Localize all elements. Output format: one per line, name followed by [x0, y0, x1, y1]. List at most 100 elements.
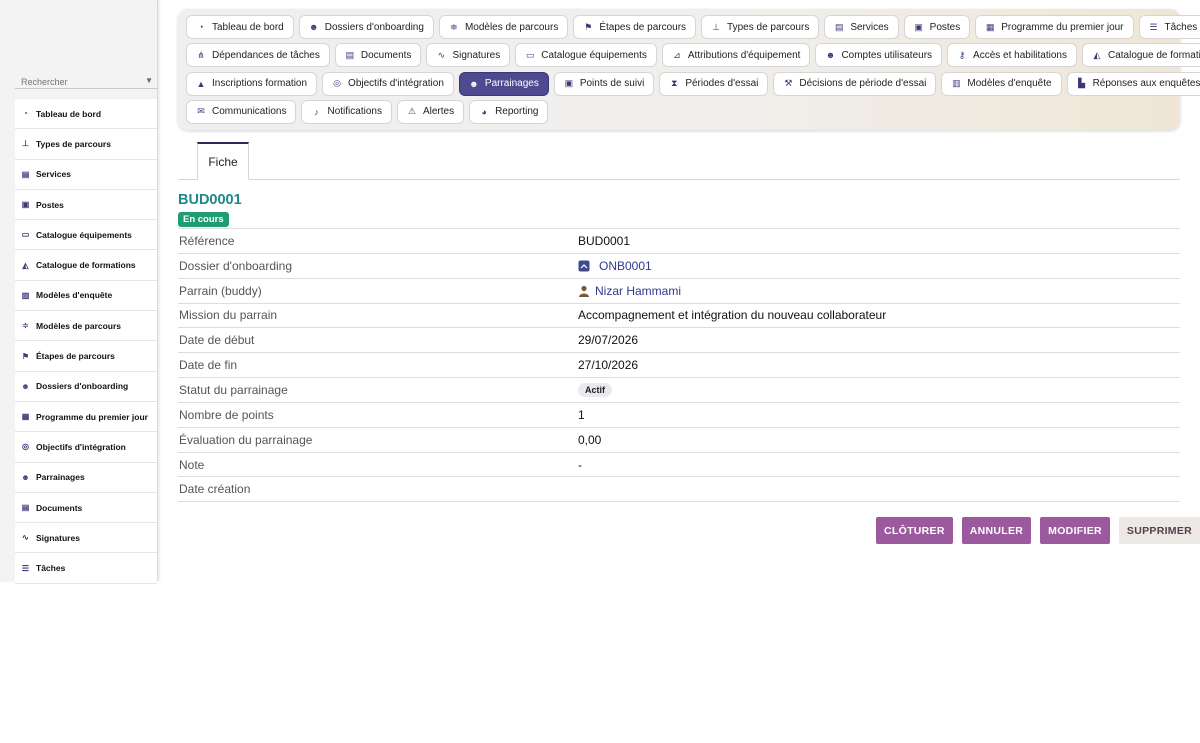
tab-reporting[interactable]: ◕ Reporting [469, 99, 549, 124]
tab-periodes-d-essai[interactable]: ⧗ Périodes d'essai [659, 71, 769, 96]
tab-taches[interactable]: ☰ Tâches [1138, 15, 1200, 39]
tab-dossiers-d-onboarding[interactable]: ☻ Dossiers d'onboarding [298, 15, 434, 39]
tab-label: Programme du premier jour [1001, 21, 1124, 33]
tab-documents[interactable]: ▤ Documents [334, 43, 422, 68]
sidebar-item-programme-du-premier-jour[interactable]: ▦ Programme du premier jour [15, 402, 157, 433]
field-row-statut: Statut du parrainage Actif [178, 378, 1180, 403]
tab-alertes[interactable]: ⚠ Alertes [396, 99, 465, 124]
clipboard-check-icon: ▣ [564, 78, 574, 89]
user-plus-icon: ☻ [21, 381, 30, 391]
tab-catalogue-de-formations[interactable]: ◭ Catalogue de formations [1081, 43, 1200, 68]
field-value: Accompagnement et intégration du nouveau… [578, 308, 887, 323]
tab-label: Documents [360, 49, 412, 61]
record-actions: CLÔTURER ANNULER MODIFIER SUPPRIMER [876, 517, 1200, 544]
field-label: Date création [179, 482, 251, 497]
tab-label: Comptes utilisateurs [841, 49, 933, 61]
laptop-icon: ▭ [525, 49, 535, 60]
sidebar-item-etapes-de-parcours[interactable]: ⚑ Étapes de parcours [15, 341, 157, 372]
dossier-link[interactable]: ONB0001 [599, 259, 652, 273]
sidebar-item-postes[interactable]: ▣ Postes [15, 190, 157, 221]
graduation-cap-icon: ◭ [1093, 49, 1101, 60]
field-label: Note [179, 457, 205, 472]
sidebar-item-modeles-de-parcours[interactable]: ≑ Modèles de parcours [15, 311, 157, 342]
tab-services[interactable]: ▤ Services [824, 15, 899, 39]
caret-down-icon[interactable]: ▼ [145, 76, 153, 85]
tab-fiche[interactable]: Fiche [197, 142, 249, 180]
tab-modeles-d-enquete[interactable]: ▥ Modèles d'enquête [941, 71, 1062, 96]
tab-label: Parrainages [484, 78, 539, 90]
tab-types-de-parcours[interactable]: ⊥ Types de parcours [701, 15, 820, 39]
sidebar-item-parrainages[interactable]: ☻ Parrainages [15, 463, 157, 493]
sidebar-item-tableau-de-bord[interactable]: ◔ Tableau de bord [15, 99, 157, 130]
tab-communications[interactable]: ✉ Communications [186, 99, 297, 124]
tab-row: ▲ Inscriptions formation ◎ Objectifs d'inté… [186, 71, 1200, 96]
tab-etapes-de-parcours[interactable]: ⚑ Étapes de parcours [573, 15, 697, 39]
statut-pill: Actif [578, 382, 612, 397]
envelope-icon: ✉ [197, 106, 205, 117]
parrain-link[interactable]: Nizar Hammami [595, 284, 681, 298]
list-icon: ☰ [1149, 21, 1158, 32]
sidebar-item-services[interactable]: ▤ Services [15, 160, 157, 190]
tab-points-de-suivi[interactable]: ▣ Points de suivi [553, 71, 655, 96]
laptop-icon: ▭ [21, 230, 30, 240]
tab-postes[interactable]: ▣ Postes [903, 15, 971, 39]
cloturer-button[interactable]: CLÔTURER [876, 517, 953, 544]
sidebar-search[interactable]: ▼ [15, 72, 157, 90]
sidebar-item-catalogue-de-formations[interactable]: ◭ Catalogue de formations [15, 250, 157, 281]
search-input[interactable] [15, 74, 135, 90]
project-diagram-icon: ⋔ [197, 49, 205, 60]
annuler-button[interactable]: ANNULER [961, 517, 1032, 544]
tab-label: Postes [929, 21, 961, 33]
tab-catalogue-equipements[interactable]: ▭ Catalogue équipements [515, 43, 657, 68]
tab-objectifs-d-integration[interactable]: ◎ Objectifs d'intégration [322, 71, 454, 96]
field-label: Parrain (buddy) [179, 283, 262, 298]
sidebar-item-documents[interactable]: ▤ Documents [15, 493, 157, 524]
tab-reponses-aux-enquetes[interactable]: ▙ Réponses aux enquêtes [1066, 71, 1200, 96]
sidebar-item-label: Types de parcours [36, 138, 111, 149]
field-label: Date de début [179, 333, 255, 348]
clipboard-icon: ▥ [952, 78, 961, 89]
sidebar-item-signatures[interactable]: ∿ Signatures [15, 523, 157, 554]
sidebar-item-objectifs-d-integration[interactable]: ◎ Objectifs d'intégration [15, 432, 157, 463]
target-icon: ◎ [333, 78, 341, 89]
tab-programme-du-premier-jour[interactable]: ▦ Programme du premier jour [975, 15, 1134, 39]
sitemap-icon: ⊥ [22, 139, 29, 149]
sidebar-item-label: Modèles d'enquête [36, 290, 113, 301]
dolly-icon: ⊿ [673, 49, 681, 60]
tab-modeles-de-parcours[interactable]: ≑ Modèles de parcours [438, 15, 569, 39]
tab-comptes-utilisateurs[interactable]: ☻ Comptes utilisateurs [815, 43, 943, 68]
tab-label: Accès et habilitations [973, 49, 1067, 61]
graduation-cap-icon: ◭ [22, 260, 29, 270]
gavel-icon: ⚒ [784, 78, 793, 89]
field-value: 0,00 [578, 432, 602, 447]
sitemap-icon: ⊥ [712, 21, 720, 32]
sidebar-item-catalogue-equipements[interactable]: ▭ Catalogue équipements [15, 220, 157, 251]
supprimer-button[interactable]: SUPPRIMER [1118, 517, 1200, 544]
tab-parrainages[interactable]: ☻ Parrainages [458, 71, 549, 96]
field-value: ONB0001 [578, 259, 652, 273]
sidebar-item-taches[interactable]: ☰ Tâches [15, 553, 157, 584]
field-row-mission: Mission du parrain Accompagnement et int… [178, 304, 1180, 329]
id-badge-icon: ▣ [21, 200, 30, 210]
dashboard-icon: ◔ [198, 22, 204, 32]
field-label: Dossier d'onboarding [179, 258, 293, 273]
tab-decisions-de-periode-d-essai[interactable]: ⚒ Décisions de période d'essai [773, 71, 937, 96]
chart-bar-icon: ▙ [1078, 78, 1086, 89]
tab-notifications[interactable]: ♪ Notifications [301, 99, 392, 124]
tab-inscriptions-formation[interactable]: ▲ Inscriptions formation [186, 71, 318, 96]
tab-tableau-de-bord[interactable]: ◔ Tableau de bord [186, 15, 294, 39]
field-row-parrain: Parrain (buddy) Nizar Hammami [178, 279, 1180, 304]
modifier-button[interactable]: MODIFIER [1040, 517, 1110, 544]
tab-label: Reporting [495, 106, 539, 118]
tab-acces-et-habilitations[interactable]: ⚷ Accès et habilitations [947, 43, 1077, 68]
tab-dependances-de-taches[interactable]: ⋔ Dépendances de tâches [186, 43, 330, 68]
sidebar-header [0, 0, 157, 53]
tab-attributions-d-equipement[interactable]: ⊿ Attributions d'équipement [661, 43, 811, 68]
tab-signatures[interactable]: ∿ Signatures [426, 43, 511, 68]
field-value: 1 [578, 407, 585, 422]
field-label: Évaluation du parrainage [179, 432, 313, 447]
sidebar-item-dossiers-d-onboarding[interactable]: ☻ Dossiers d'onboarding [15, 372, 157, 402]
sidebar-item-types-de-parcours[interactable]: ⊥ Types de parcours [15, 129, 157, 160]
field-label: Référence [179, 233, 235, 248]
sidebar-item-modeles-d-enquete[interactable]: ▥ Modèles d'enquête [15, 281, 157, 312]
